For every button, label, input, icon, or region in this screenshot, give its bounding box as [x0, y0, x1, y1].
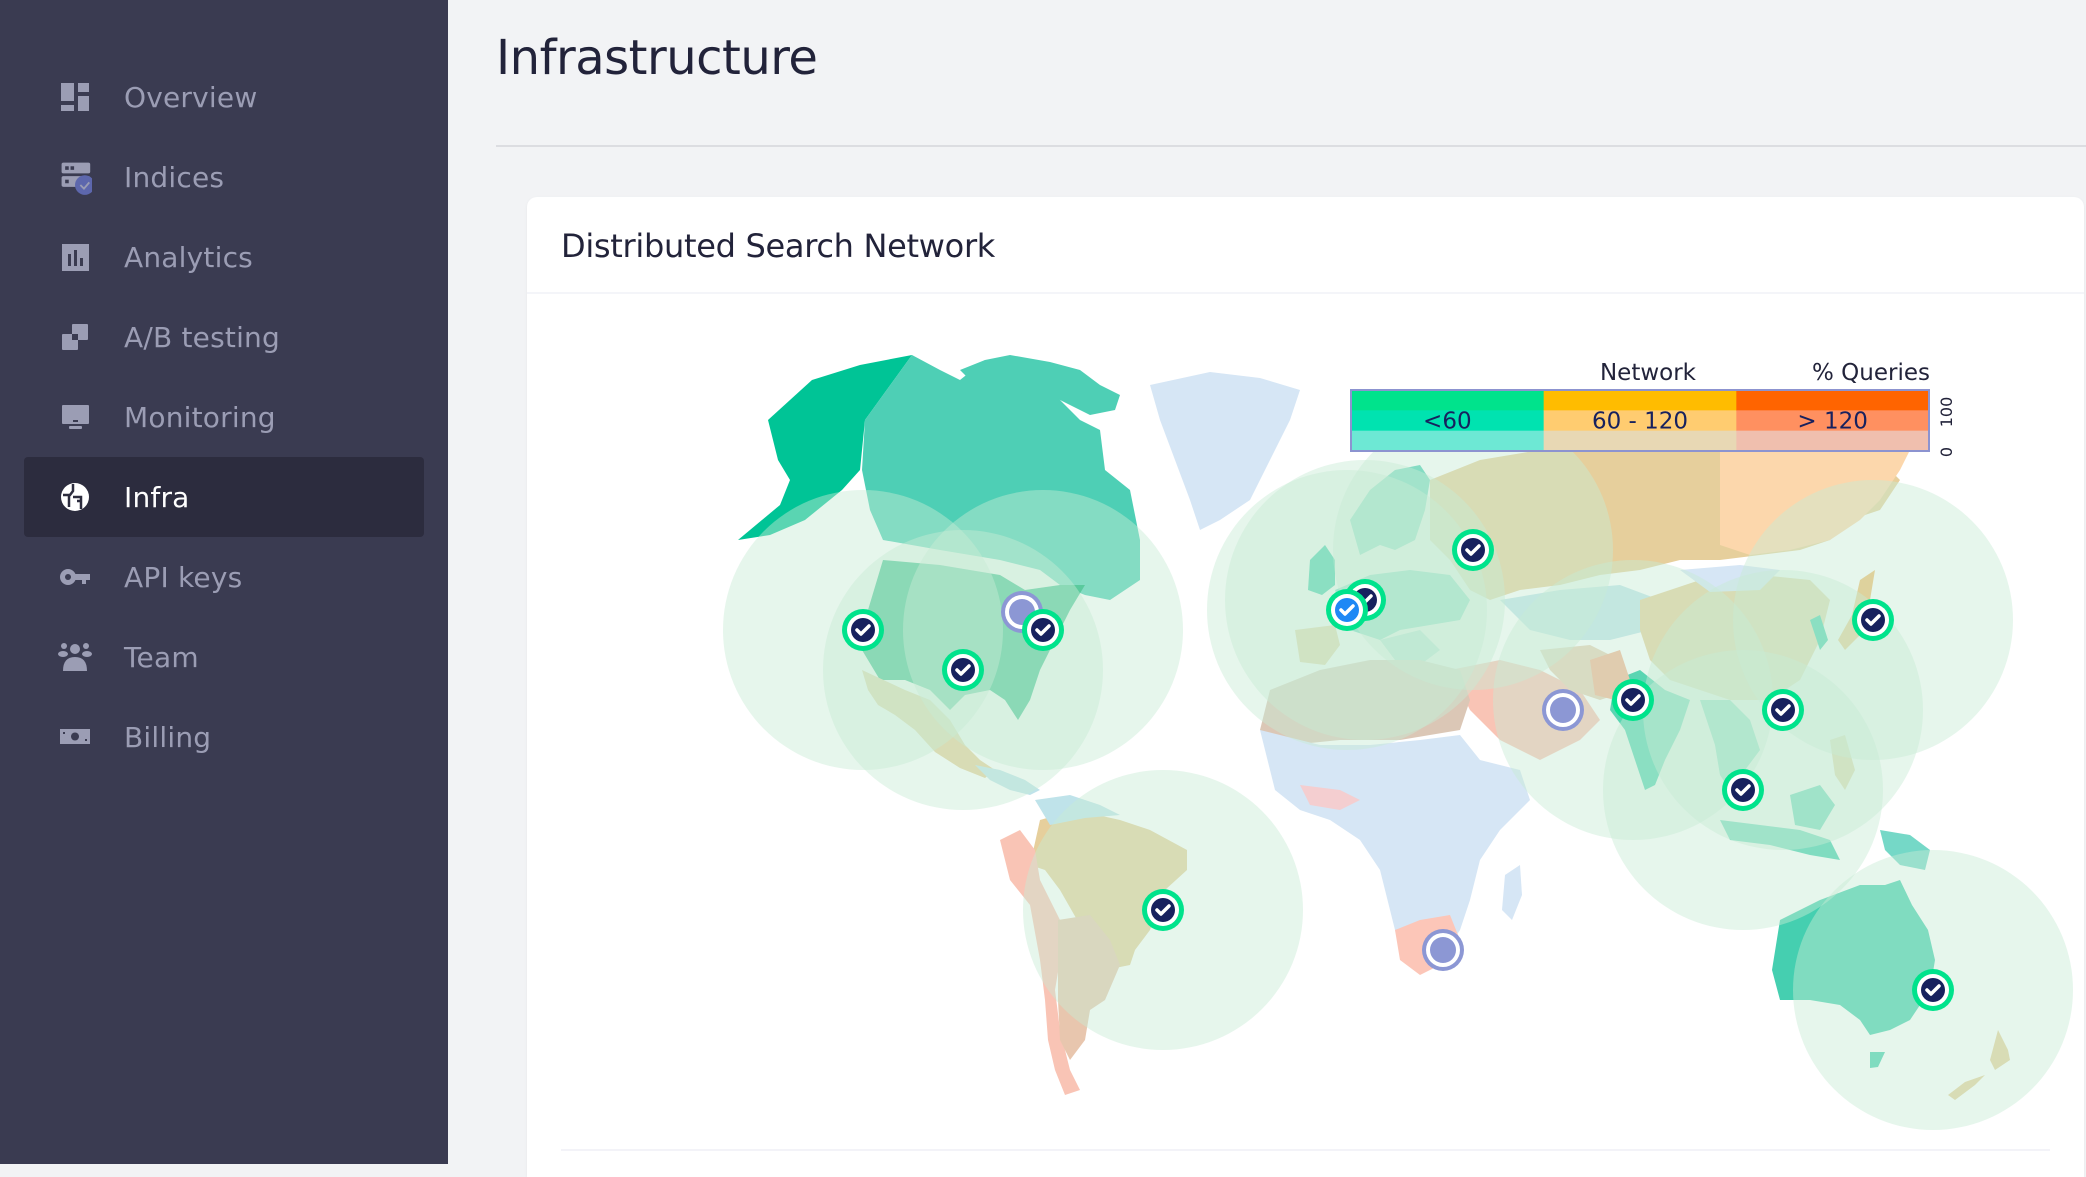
sidebar-item-team[interactable]: Team: [24, 617, 424, 697]
team-icon: [58, 640, 92, 674]
sidebar: Overview Indices Analytics A/B testing M…: [0, 0, 448, 1164]
world-map[interactable]: San FranciscoDallasChicagoNew YorkSao Pa…: [527, 197, 2084, 1164]
server-marker[interactable]: Sao Paulo: [1142, 889, 1184, 931]
server-marker[interactable]: Hong Kong: [1762, 689, 1804, 731]
sidebar-item-label: Indices: [124, 160, 225, 194]
sidebar-item-overview[interactable]: Overview: [24, 57, 424, 137]
legend-bin-label: <60: [1423, 409, 1472, 435]
title-divider: [496, 145, 2086, 147]
sidebar-item-label: Team: [124, 640, 199, 674]
server-marker[interactable]: Tokyo: [1852, 599, 1894, 641]
page-title: Infrastructure: [496, 30, 818, 86]
server-marker[interactable]: Moscow: [1452, 529, 1494, 571]
sidebar-item-label: Billing: [124, 720, 212, 754]
legend-bin-label: > 120: [1797, 409, 1867, 435]
legend-axis-top: 100: [1937, 397, 1956, 428]
monitor-icon: [58, 400, 92, 434]
sidebar-item-api-keys[interactable]: API keys: [24, 537, 424, 617]
server-marker[interactable]: Singapore: [1722, 769, 1764, 811]
legend-title-network: Network: [1600, 360, 1697, 386]
ab-squares-icon: [58, 320, 92, 354]
server-marker[interactable]: San Francisco: [842, 609, 884, 651]
sidebar-item-label: Analytics: [124, 240, 253, 274]
globe-icon: [58, 480, 92, 514]
sidebar-item-infra[interactable]: Infra: [24, 457, 424, 537]
dashboard-icon: [58, 80, 92, 114]
sidebar-item-label: Overview: [124, 80, 258, 114]
region-madagascar: [1502, 865, 1522, 920]
sidebar-item-analytics[interactable]: Analytics: [24, 217, 424, 297]
legend-title-queries: % Queries: [1812, 360, 1930, 386]
bar-chart-icon: [58, 240, 92, 274]
sidebar-item-monitoring[interactable]: Monitoring: [24, 377, 424, 457]
sidebar-item-indices[interactable]: Indices: [24, 137, 424, 217]
legend-axis-bottom: 0: [1937, 447, 1956, 457]
legend-bin-label: 60 - 120: [1592, 409, 1688, 435]
sidebar-item-label: Infra: [124, 480, 190, 514]
server-marker[interactable]: Dallas: [942, 649, 984, 691]
server-marker[interactable]: Sydney: [1912, 969, 1954, 1011]
money-icon: [58, 720, 92, 754]
database-check-icon: [58, 160, 92, 195]
sidebar-item-label: Monitoring: [124, 400, 276, 434]
server-marker[interactable]: Dubai: [1542, 689, 1584, 731]
network-map-card: Distributed Search Network Network % Que…: [527, 197, 2084, 1177]
sidebar-item-billing[interactable]: Billing: [24, 697, 424, 777]
sidebar-item-ab-testing[interactable]: A/B testing: [24, 297, 424, 377]
card-footer-divider: [561, 1149, 2050, 1151]
sidebar-item-label: A/B testing: [124, 320, 280, 354]
server-marker[interactable]: Paris: [1326, 589, 1368, 631]
sidebar-item-label: API keys: [124, 560, 243, 594]
server-marker[interactable]: New York: [1022, 609, 1064, 651]
server-marker[interactable]: Johannesburg: [1422, 929, 1464, 971]
legend: Network % Queries <60 60 - 120 > 120 100 0: [1350, 360, 1956, 457]
server-marker[interactable]: Mumbai: [1612, 679, 1654, 721]
key-icon: [58, 560, 92, 594]
